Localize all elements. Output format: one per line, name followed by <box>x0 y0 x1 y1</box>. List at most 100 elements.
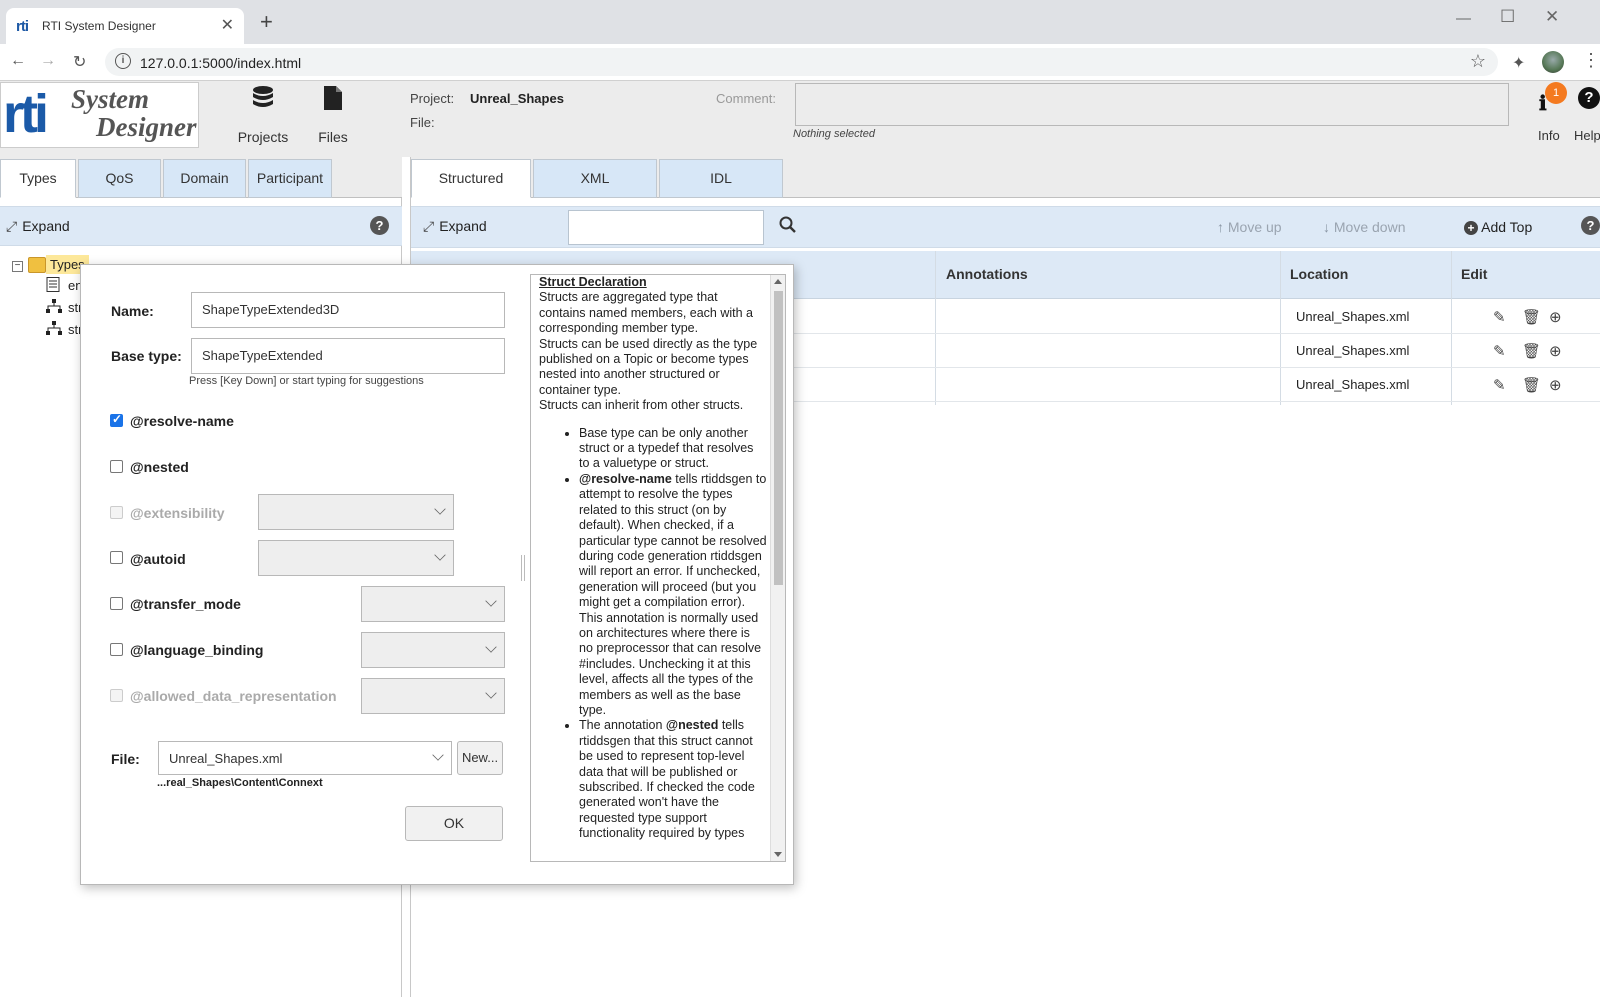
help-label[interactable]: Help <box>1574 128 1600 143</box>
tab-domain[interactable]: Domain <box>163 159 246 198</box>
help-paragraph: Structs are aggregated type that contain… <box>539 290 753 336</box>
logo-line1: System <box>71 84 149 114</box>
expand-label: Expand <box>439 218 487 234</box>
help-circle-icon[interactable]: ? <box>370 216 389 235</box>
logo-line2: Designer <box>96 112 197 142</box>
allowed-data-representation-label: @allowed_data_representation <box>130 688 337 704</box>
trash-icon[interactable]: 🗑 <box>1522 308 1541 326</box>
files-label: Files <box>318 129 348 145</box>
help-icon[interactable]: ? <box>1578 87 1600 109</box>
rti-logo: rti System Designer <box>0 82 199 148</box>
language-binding-select[interactable] <box>361 632 505 668</box>
folder-icon <box>28 257 46 273</box>
move-down-button[interactable]: ↓ Move down <box>1323 219 1405 235</box>
tab-participant[interactable]: Participant <box>248 159 332 198</box>
chevron-down-icon <box>434 503 446 515</box>
file-select[interactable]: Unreal_Shapes.xml <box>158 741 452 775</box>
trash-icon[interactable]: 🗑 <box>1522 342 1541 360</box>
close-window-icon[interactable]: ✕ <box>1545 7 1559 27</box>
profile-avatar[interactable] <box>1542 51 1564 73</box>
tab-structured[interactable]: Structured <box>411 159 531 198</box>
files-button[interactable]: Files <box>298 85 368 145</box>
tree-collapse-icon[interactable]: − <box>12 261 23 272</box>
browser-tab[interactable]: rti RTI System Designer ✕ <box>6 8 244 44</box>
site-info-icon[interactable]: i <box>115 53 131 69</box>
base-type-input[interactable]: ShapeTypeExtended <box>191 338 505 374</box>
help-scrollbar[interactable] <box>770 275 785 861</box>
autoid-select[interactable] <box>258 540 454 576</box>
info-label[interactable]: Info <box>1538 128 1560 143</box>
add-circle-icon[interactable]: ⊕ <box>1549 308 1562 326</box>
comment-field[interactable] <box>795 83 1509 126</box>
database-icon <box>253 86 273 107</box>
chevron-down-icon <box>485 595 497 607</box>
language-binding-checkbox[interactable] <box>110 643 123 656</box>
help-title: Struct Declaration <box>539 275 647 289</box>
bookmark-star-icon[interactable]: ☆ <box>1470 51 1486 72</box>
minimize-icon[interactable]: — <box>1456 10 1471 27</box>
add-top-button[interactable]: + Add Top <box>1464 219 1532 235</box>
scroll-down-icon[interactable] <box>774 852 782 857</box>
help-content: Struct Declaration Structs are aggregate… <box>539 275 767 842</box>
tab-xml[interactable]: XML <box>533 159 657 198</box>
chevron-down-icon <box>485 687 497 699</box>
scrollbar-thumb[interactable] <box>774 291 783 585</box>
url-text[interactable]: 127.0.0.1:5000/index.html <box>140 55 301 71</box>
transfer-mode-select[interactable] <box>361 586 505 622</box>
forward-icon[interactable]: → <box>40 52 56 70</box>
edit-pencil-icon[interactable]: ✎ <box>1493 308 1506 326</box>
help-circle-icon[interactable]: ? <box>1581 216 1600 235</box>
pane-splitter-handle[interactable] <box>521 555 525 581</box>
allowed-data-representation-select[interactable] <box>361 678 505 714</box>
app-header: rti System Designer Projects Files Proje… <box>0 81 1600 157</box>
address-bar: ← → ↻ i 127.0.0.1:5000/index.html ☆ ✦ ⋮ <box>0 44 1600 81</box>
arrow-up-icon: ↑ <box>1217 219 1224 235</box>
transfer-mode-checkbox[interactable] <box>110 597 123 610</box>
maximize-icon[interactable]: ☐ <box>1500 7 1515 27</box>
expand-button[interactable]: ⤢ Expand <box>6 218 70 235</box>
help-text: The annotation <box>579 718 666 733</box>
tab-qos[interactable]: QoS <box>78 159 161 198</box>
edit-pencil-icon[interactable]: ✎ <box>1493 342 1506 360</box>
autoid-checkbox[interactable] <box>110 551 123 564</box>
trash-icon[interactable]: 🗑 <box>1522 376 1541 394</box>
edit-pencil-icon[interactable]: ✎ <box>1493 376 1506 394</box>
nested-checkbox[interactable] <box>110 460 123 473</box>
add-circle-icon[interactable]: ⊕ <box>1549 342 1562 360</box>
rti-favicon-icon: rti <box>16 18 29 35</box>
resolve-name-label: @resolve-name <box>130 413 234 429</box>
extensions-icon[interactable]: ✦ <box>1512 53 1525 73</box>
ok-button[interactable]: OK <box>405 806 503 841</box>
new-file-button[interactable]: New... <box>457 741 503 775</box>
column-annotations[interactable]: Annotations <box>946 266 1028 282</box>
search-input[interactable] <box>568 210 764 245</box>
close-tab-icon[interactable]: ✕ <box>221 15 234 35</box>
resolve-name-checkbox[interactable] <box>110 412 123 427</box>
omnibox[interactable]: i 127.0.0.1:5000/index.html ☆ <box>105 48 1498 76</box>
help-pane: Struct Declaration Structs are aggregate… <box>530 274 786 862</box>
name-input[interactable]: ShapeTypeExtended3D <box>191 292 505 328</box>
expand-button[interactable]: ⤢ Expand <box>423 218 487 235</box>
help-bold: @resolve-name <box>579 471 672 486</box>
add-circle-icon[interactable]: ⊕ <box>1549 376 1562 394</box>
help-bold: @nested <box>665 718 719 733</box>
column-location[interactable]: Location <box>1290 266 1348 282</box>
move-up-button[interactable]: ↑ Move up <box>1217 219 1282 235</box>
move-up-label: Move up <box>1227 219 1282 235</box>
extensibility-label: @extensibility <box>130 505 225 521</box>
projects-button[interactable]: Projects <box>228 85 298 145</box>
back-icon[interactable]: ← <box>10 52 26 70</box>
reload-icon[interactable]: ↻ <box>73 52 86 72</box>
new-tab-icon[interactable]: + <box>260 11 273 33</box>
transfer-mode-label: @transfer_mode <box>130 596 241 612</box>
scroll-up-icon[interactable] <box>774 279 782 284</box>
help-paragraph: Structs can inherit from other structs. <box>539 398 744 413</box>
struct-dialog: Name: ShapeTypeExtended3D Base type: Sha… <box>80 264 794 885</box>
logo-mark: rti <box>3 84 49 144</box>
tab-types[interactable]: Types <box>0 159 76 198</box>
search-icon[interactable] <box>779 216 797 237</box>
tab-idl[interactable]: IDL <box>659 159 783 198</box>
file-label: File: <box>111 751 140 767</box>
extensibility-select <box>258 494 454 530</box>
browser-menu-icon[interactable]: ⋮ <box>1582 50 1600 71</box>
